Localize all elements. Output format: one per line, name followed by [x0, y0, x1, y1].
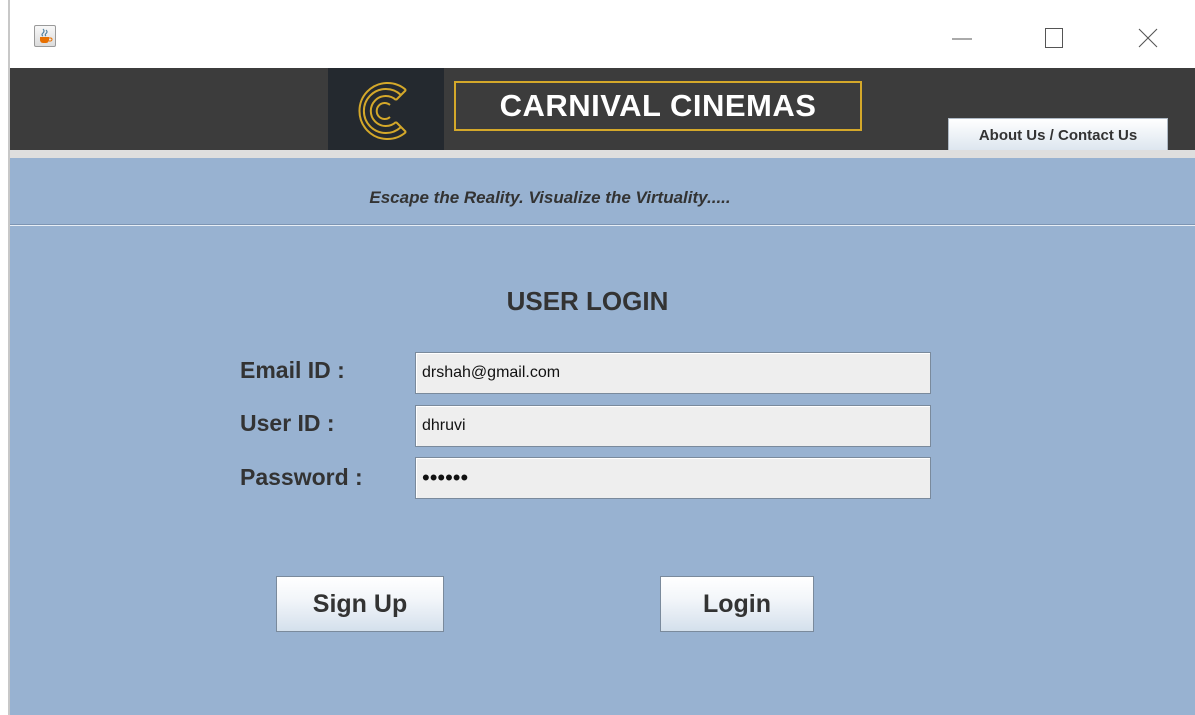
title-bar[interactable] — [10, 0, 1195, 68]
maximize-icon — [1045, 28, 1063, 48]
maximize-button[interactable] — [1034, 20, 1074, 56]
login-window: CARNIVAL CINEMAS About Us / Contact Us E… — [0, 0, 1195, 715]
app-header: CARNIVAL CINEMAS About Us / Contact Us — [10, 68, 1195, 150]
userid-field[interactable] — [415, 405, 931, 447]
sign-up-button[interactable]: Sign Up — [276, 576, 444, 632]
email-field[interactable] — [415, 352, 931, 394]
about-contact-tab[interactable]: About Us / Contact Us — [948, 118, 1168, 150]
password-field[interactable] — [415, 457, 931, 499]
form-title: USER LOGIN — [506, 286, 669, 316]
email-label: Email ID : — [240, 357, 345, 383]
login-button[interactable]: Login — [660, 576, 814, 632]
password-label: Password : — [240, 464, 363, 490]
divider — [10, 224, 1195, 226]
login-panel: Escape the Reality. Visualize the Virtua… — [10, 158, 1195, 715]
header-separator — [10, 150, 1195, 158]
cinema-c-logo-icon — [358, 82, 407, 140]
close-button[interactable] — [1128, 20, 1168, 56]
minimize-button[interactable] — [942, 20, 982, 56]
cinema-c-logo — [328, 68, 444, 150]
brand-title: CARNIVAL CINEMAS — [454, 81, 862, 131]
userid-label: User ID : — [240, 410, 335, 436]
tagline: Escape the Reality. Visualize the Virtua… — [369, 188, 731, 207]
java-cup-icon[interactable] — [34, 25, 56, 47]
close-icon — [1138, 28, 1158, 48]
minimize-icon — [952, 38, 972, 40]
